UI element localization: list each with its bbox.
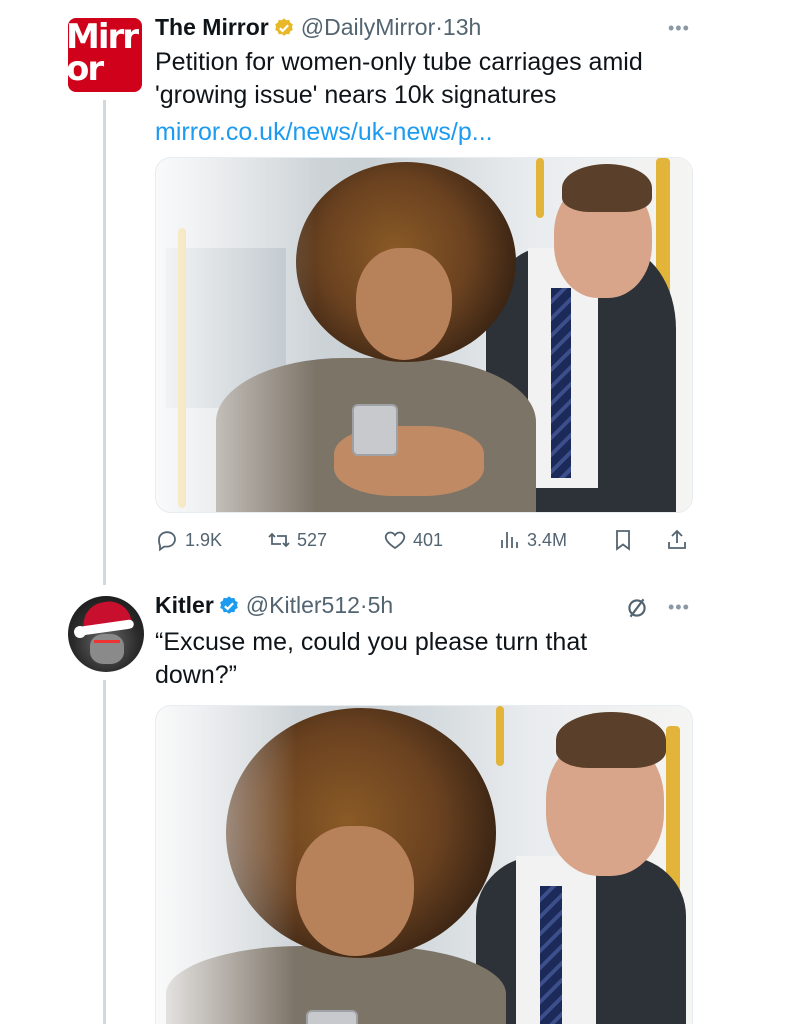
retweet-icon xyxy=(268,532,290,548)
like-button[interactable]: 401 xyxy=(383,528,443,552)
avatar-logo-text: or xyxy=(68,49,104,89)
heart-icon xyxy=(384,531,406,550)
laser-eyes xyxy=(94,640,120,643)
tweet-header: Kitler @Kitler512 · 5h xyxy=(155,592,393,619)
photo-pole xyxy=(536,158,544,218)
reply-icon xyxy=(158,531,176,552)
tweet-photo[interactable] xyxy=(155,157,693,513)
daily-mirror-avatar[interactable]: Mirr or xyxy=(68,18,142,92)
tweet-text-line: 'growing issue' nears 10k signatures xyxy=(155,81,557,109)
photo-woman-face xyxy=(356,248,452,360)
retweet-button[interactable]: 527 xyxy=(267,528,327,552)
photo-man-tie xyxy=(551,288,571,478)
thread-connector-line xyxy=(103,100,106,585)
photo-man-tie xyxy=(540,886,562,1024)
retweet-count: 527 xyxy=(297,529,328,550)
photo-pole xyxy=(496,706,504,766)
cat-face xyxy=(90,634,124,664)
more-options-icon[interactable]: ••• xyxy=(668,18,690,39)
view-count: 3.4M xyxy=(527,529,568,550)
author-handle[interactable]: @Kitler512 xyxy=(246,592,360,619)
timestamp[interactable]: 13h xyxy=(443,14,481,41)
photo-woman-face xyxy=(296,826,414,956)
more-options-icon[interactable]: ••• xyxy=(668,597,690,618)
tweet-text-line: down?” xyxy=(155,661,237,689)
photo-phone xyxy=(352,404,398,456)
author-name[interactable]: Kitler xyxy=(155,592,214,619)
photo-fade xyxy=(156,158,316,512)
like-count: 401 xyxy=(413,529,444,550)
photo-phone xyxy=(306,1010,358,1024)
tweet-photo[interactable] xyxy=(155,705,693,1024)
bookmark-button[interactable] xyxy=(611,528,641,552)
share-icon xyxy=(668,529,686,549)
reply-button[interactable]: 1.9K xyxy=(155,528,222,552)
tweet-text-line: Petition for women-only tube carriages a… xyxy=(155,48,643,76)
verified-gold-badge-icon xyxy=(273,17,295,39)
author-name[interactable]: The Mirror xyxy=(155,14,269,41)
santa-hat-pom xyxy=(74,626,86,638)
author-handle[interactable]: @DailyMirror xyxy=(301,14,436,41)
article-link[interactable]: mirror.co.uk/news/uk-news/p... xyxy=(155,118,493,147)
share-button[interactable] xyxy=(665,528,695,552)
tweet-text: Petition for women-only tube carriages a… xyxy=(155,46,643,112)
photo-fade xyxy=(156,706,296,1024)
tweet-text: “Excuse me, could you please turn that d… xyxy=(155,626,587,692)
views-chart-icon xyxy=(501,532,518,548)
tweet-header: The Mirror @DailyMirror · 13h xyxy=(155,14,481,41)
thread-connector-line xyxy=(103,680,106,1024)
views-button[interactable]: 3.4M xyxy=(497,528,567,552)
photo-man-hair xyxy=(556,712,666,768)
kitler-avatar[interactable] xyxy=(68,596,144,672)
photo-man-hair xyxy=(562,164,652,212)
verified-blue-badge-icon xyxy=(218,595,240,617)
bookmark-icon xyxy=(616,530,630,551)
reply-count: 1.9K xyxy=(185,529,223,550)
separator-dot: · xyxy=(435,14,443,40)
grok-slash-icon[interactable] xyxy=(624,595,650,621)
timestamp[interactable]: 5h xyxy=(368,592,394,619)
separator-dot: · xyxy=(359,592,368,618)
tweet-text-line: “Excuse me, could you please turn that xyxy=(155,628,588,656)
tweet-action-bar: 1.9K 527 401 3.4M xyxy=(155,528,695,558)
